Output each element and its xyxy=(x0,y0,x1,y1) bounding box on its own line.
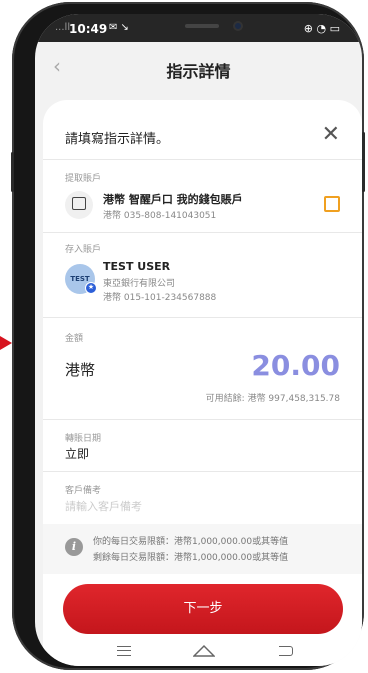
system-back-icon[interactable] xyxy=(279,646,293,656)
speaker-slot xyxy=(185,24,219,28)
phone-frame: ...ll 10:49 ✉ ↘ ⊕ ◔ ▭ ‹ 指示詳情 請填寫指示詳情。 ✕ … xyxy=(11,2,365,670)
mail-icon: ✉ ↘ xyxy=(109,22,129,33)
power-button xyxy=(362,132,365,192)
to-account-label: 存入賬戶 xyxy=(65,245,102,255)
transfer-date-section[interactable]: 轉賬日期 立即 xyxy=(43,421,362,472)
from-account-number: 港幣 035-808-141043051 xyxy=(103,211,217,221)
remark-input[interactable]: 請輸入客戶備考 xyxy=(65,498,142,514)
amount-label: 金額 xyxy=(65,334,84,344)
status-bar: ...ll 10:49 ✉ ↘ ⊕ ◔ ▭ xyxy=(35,14,362,42)
from-account-name: 港幣 智醒戶口 我的錢包賬戶 xyxy=(103,193,243,206)
system-nav-bar xyxy=(43,638,362,666)
to-account-name: TEST USER xyxy=(103,260,171,273)
amount-value[interactable]: 20.00 xyxy=(251,349,340,382)
wallet-icon xyxy=(65,191,93,219)
edit-icon[interactable] xyxy=(324,196,340,212)
to-account-section: 存入賬戶 TEST ★ TEST USER 東亞銀行有限公司 港幣 015-10… xyxy=(43,234,362,318)
remark-section: 客戶備考 請輸入客戶備考 xyxy=(43,473,362,524)
status-time: 10:49 xyxy=(69,22,108,36)
pointer-arrow xyxy=(0,336,12,350)
recent-apps-icon[interactable] xyxy=(117,646,131,656)
signal-icon: ...ll xyxy=(55,22,71,33)
amount-section[interactable]: 金額 港幣 20.00 可用結餘: 港幣 997,458,315.78 xyxy=(43,319,362,420)
volume-button xyxy=(11,152,14,192)
camera-icon xyxy=(233,21,243,31)
from-account-label: 提取賬戶 xyxy=(65,174,102,184)
remark-label: 客戶備考 xyxy=(65,486,102,496)
from-account-section[interactable]: 提取賬戶 港幣 智醒戶口 我的錢包賬戶 港幣 035-808-141043051 xyxy=(43,161,362,233)
transfer-date-value: 立即 xyxy=(65,447,90,461)
currency-label: 港幣 xyxy=(65,361,96,379)
star-badge-icon: ★ xyxy=(85,282,97,294)
transfer-date-label: 轉賬日期 xyxy=(65,434,102,444)
to-account-bank: 東亞銀行有限公司 xyxy=(103,279,176,289)
instruction-sheet: 請填寫指示詳情。 ✕ 提取賬戶 港幣 智醒戶口 我的錢包賬戶 港幣 035-80… xyxy=(43,100,362,666)
nav-bar: ‹ 指示詳情 xyxy=(35,42,362,92)
status-icons: ⊕ ◔ ▭ xyxy=(303,22,340,35)
sheet-instruction: 請填寫指示詳情。 xyxy=(65,132,170,147)
screen: ...ll 10:49 ✉ ↘ ⊕ ◔ ▭ ‹ 指示詳情 請填寫指示詳情。 ✕ … xyxy=(35,14,362,666)
remaining-limit-text: 剩餘每日交易限額：港幣1,000,000.00或其等值 xyxy=(93,553,289,563)
to-account-number: 港幣 015-101-234567888 xyxy=(103,293,217,303)
close-icon[interactable]: ✕ xyxy=(322,122,340,147)
home-icon[interactable] xyxy=(193,644,215,657)
limits-notice: i 你的每日交易限額：港幣1,000,000.00或其等值 剩餘每日交易限額：港… xyxy=(43,524,362,574)
daily-limit-text: 你的每日交易限額：港幣1,000,000.00或其等值 xyxy=(93,537,289,547)
next-button[interactable]: 下一步 xyxy=(63,584,343,634)
info-icon: i xyxy=(65,538,83,556)
available-balance: 可用結餘: 港幣 997,458,315.78 xyxy=(205,394,340,404)
sheet-header: 請填寫指示詳情。 ✕ xyxy=(43,100,362,160)
page-title: 指示詳情 xyxy=(166,62,231,81)
